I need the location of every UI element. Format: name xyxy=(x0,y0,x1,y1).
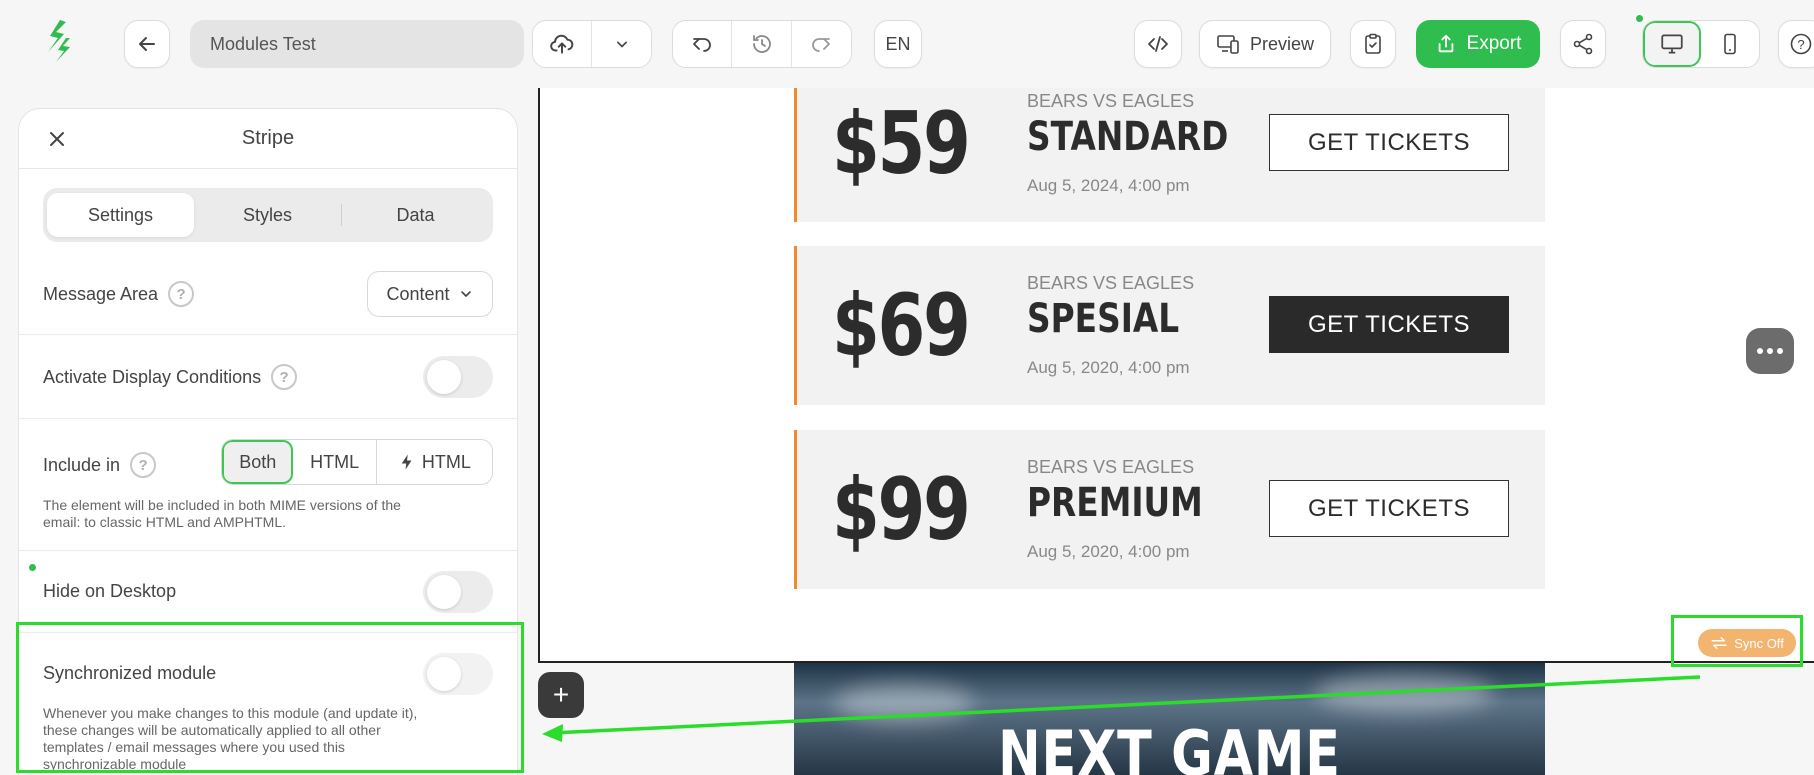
chevron-down-icon xyxy=(460,291,471,297)
undo-icon xyxy=(693,38,712,52)
hide-desktop-row: Hide on Desktop xyxy=(19,551,517,633)
redo-button[interactable] xyxy=(792,21,851,67)
include-in-row: Include in ? Both HTML HTML The element … xyxy=(19,419,517,551)
lightning-icon xyxy=(401,454,412,470)
desktop-icon xyxy=(1661,34,1683,54)
help-icon[interactable]: ? xyxy=(271,364,298,390)
help-icon: ? xyxy=(1790,33,1812,55)
message-area-select[interactable]: Content xyxy=(367,271,493,317)
include-in-hint: The element will be included in both MIM… xyxy=(43,497,401,530)
plus-icon: + xyxy=(552,679,570,710)
include-both-option[interactable]: Both xyxy=(222,440,294,484)
test-checklist-button[interactable] xyxy=(1350,20,1396,68)
panel-tabs: Settings Styles Data xyxy=(43,188,493,242)
get-tickets-button[interactable]: GET TICKETS xyxy=(1269,114,1509,171)
tab-styles[interactable]: Styles xyxy=(194,193,341,237)
help-icon[interactable]: ? xyxy=(168,281,195,307)
device-toggle xyxy=(1642,20,1760,68)
language-button[interactable]: EN xyxy=(874,20,922,68)
sync-icon xyxy=(1711,637,1727,649)
desktop-view-button[interactable] xyxy=(1643,21,1702,67)
save-options-dropdown[interactable] xyxy=(592,21,651,67)
back-button[interactable] xyxy=(124,20,170,68)
ticket-card[interactable]: $69 BEARS VS EAGLES SPESIAL Aug 5, 2020,… xyxy=(794,246,1545,405)
ticket-date: Aug 5, 2024, 4:00 pm xyxy=(1027,176,1190,195)
status-dot xyxy=(1636,15,1643,22)
tab-settings[interactable]: Settings xyxy=(47,193,194,237)
ticket-tier: SPESIAL xyxy=(1027,296,1180,342)
next-game-banner[interactable]: NEXT GAME xyxy=(794,663,1545,775)
include-in-selector: Both HTML HTML xyxy=(221,439,493,485)
message-area-label: Message Area xyxy=(43,283,159,304)
panel-title: Stripe xyxy=(241,127,295,149)
panel-header: Stripe xyxy=(19,109,517,169)
include-html-option[interactable]: HTML xyxy=(293,440,377,484)
stadium-light xyxy=(1314,673,1494,713)
version-history-button[interactable] xyxy=(732,21,792,67)
ticket-matchup: BEARS VS EAGLES xyxy=(1027,91,1195,111)
clipboard-check-icon xyxy=(1365,33,1381,54)
preview-label: Preview xyxy=(1249,33,1314,54)
export-label: Export xyxy=(1466,33,1522,54)
code-icon xyxy=(1148,36,1168,52)
back-arrow-icon xyxy=(139,37,155,51)
ticket-date: Aug 5, 2020, 4:00 pm xyxy=(1027,542,1190,561)
hide-desktop-label: Hide on Desktop xyxy=(43,581,177,601)
sync-module-annotation-box xyxy=(16,622,524,773)
include-amphtml-option[interactable]: HTML xyxy=(377,440,492,484)
more-icon xyxy=(1757,348,1763,354)
hero-title: NEXT GAME xyxy=(998,717,1341,775)
ticket-tier: PREMIUM xyxy=(1027,480,1203,526)
sync-off-badge[interactable]: Sync Off xyxy=(1698,629,1796,657)
ticket-card[interactable]: $99 BEARS VS EAGLES PREMIUM Aug 5, 2020,… xyxy=(794,430,1545,589)
top-toolbar: Modules Test EN Preview Export ? xyxy=(0,0,1814,88)
get-tickets-button[interactable]: GET TICKETS xyxy=(1269,296,1509,353)
undo-button[interactable] xyxy=(673,21,733,67)
display-conditions-label: Activate Display Conditions xyxy=(43,366,262,387)
ticket-price: $69 xyxy=(832,276,971,376)
message-area-row: Message Area ? Content xyxy=(19,255,517,335)
save-cloud-button[interactable] xyxy=(533,21,593,67)
ticket-matchup: BEARS VS EAGLES xyxy=(1027,457,1195,477)
save-group xyxy=(532,20,652,68)
chevron-down-icon xyxy=(616,41,627,48)
devices-icon xyxy=(1217,35,1239,54)
svg-text:?: ? xyxy=(1797,37,1804,52)
history-group xyxy=(672,20,852,68)
sync-off-label: Sync Off xyxy=(1734,635,1784,651)
display-conditions-toggle[interactable] xyxy=(423,356,493,398)
cloud-upload-icon xyxy=(550,34,574,54)
tab-data[interactable]: Data xyxy=(342,193,489,237)
redo-icon xyxy=(812,38,831,52)
history-icon xyxy=(752,35,771,53)
more-options-button[interactable] xyxy=(1746,328,1794,374)
mobile-view-button[interactable] xyxy=(1701,21,1759,67)
share-icon xyxy=(1573,33,1593,55)
preview-button[interactable]: Preview xyxy=(1199,20,1331,68)
ticket-price: $59 xyxy=(832,94,971,194)
display-conditions-row: Activate Display Conditions ? xyxy=(19,335,517,419)
help-icon[interactable]: ? xyxy=(130,452,157,478)
hide-desktop-toggle[interactable] xyxy=(423,571,493,613)
code-view-button[interactable] xyxy=(1134,20,1182,68)
ticket-date: Aug 5, 2020, 4:00 pm xyxy=(1027,358,1190,377)
template-name-field[interactable]: Modules Test xyxy=(190,20,524,68)
ticket-tier: STANDARD xyxy=(1027,114,1229,160)
mobile-icon xyxy=(1724,33,1736,55)
message-area-value: Content xyxy=(386,283,450,304)
close-icon[interactable] xyxy=(45,127,69,151)
include-in-label: Include in xyxy=(43,454,121,475)
logo-icon xyxy=(48,20,70,62)
export-button[interactable]: Export xyxy=(1416,20,1540,68)
add-block-button[interactable]: + xyxy=(538,672,584,718)
get-tickets-button[interactable]: GET TICKETS xyxy=(1269,480,1509,537)
ticket-price: $99 xyxy=(832,460,971,560)
export-icon xyxy=(1438,34,1453,53)
ticket-matchup: BEARS VS EAGLES xyxy=(1027,273,1195,293)
help-button[interactable]: ? xyxy=(1778,20,1814,68)
ticket-card[interactable]: $59 BEARS VS EAGLES STANDARD Aug 5, 2024… xyxy=(794,88,1545,222)
share-button[interactable] xyxy=(1560,20,1606,68)
